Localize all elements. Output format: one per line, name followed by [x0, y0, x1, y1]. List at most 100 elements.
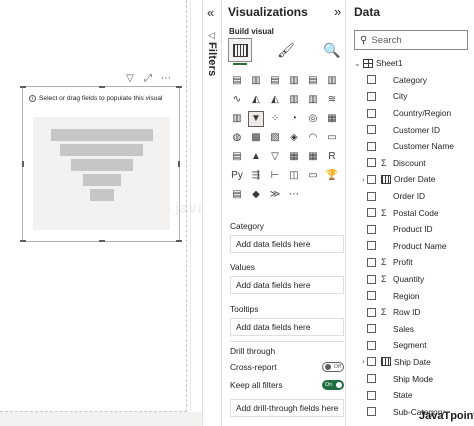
field-checkbox[interactable] [367, 158, 376, 168]
ribbon-chart-icon[interactable]: ≋ [325, 93, 339, 107]
field-checkbox[interactable] [367, 125, 376, 135]
map-icon[interactable]: ◍ [230, 131, 244, 145]
goals-icon[interactable]: 🏆 [325, 169, 339, 183]
line-chart-icon[interactable]: ∿ [230, 93, 244, 107]
field-row[interactable]: Σ Discount [354, 155, 474, 172]
smart-narrative-icon[interactable]: ▭ [306, 169, 320, 183]
field-checkbox[interactable] [367, 241, 376, 251]
field-row[interactable]: Σ Profit [354, 254, 474, 271]
power-apps-icon[interactable]: ◆ [249, 188, 263, 202]
field-checkbox[interactable] [367, 108, 376, 118]
drill-through-drop-well[interactable]: Add drill-through fields here [230, 399, 344, 417]
clustered-bar-chart-icon[interactable]: ▤ [268, 74, 282, 88]
report-canvas[interactable]: ▽ ⤢ ⋯ i Select or drag fields to populat… [0, 0, 250, 426]
keep-filters-toggle[interactable]: On [322, 380, 344, 390]
resize-handle[interactable] [22, 161, 24, 167]
field-checkbox[interactable] [367, 374, 376, 384]
paginated-report-icon[interactable]: ▤ [230, 188, 244, 202]
field-row[interactable]: Sales [354, 321, 474, 338]
r-visual-icon[interactable]: R [325, 150, 339, 164]
field-row[interactable]: Category [354, 72, 474, 89]
slicer-icon[interactable]: ▽ [268, 150, 282, 164]
field-checkbox[interactable] [367, 224, 376, 234]
treemap-icon[interactable]: ▦ [325, 112, 339, 126]
funnel-visual[interactable]: i Select or drag fields to populate this… [20, 86, 182, 242]
field-row[interactable]: Σ Postal Code [354, 204, 474, 221]
card-icon[interactable]: ▭ [325, 131, 339, 145]
kpi-icon[interactable]: ▲ [249, 150, 263, 164]
field-row[interactable]: Customer ID [354, 121, 474, 138]
filter-icon[interactable]: ▽ [124, 72, 136, 84]
cross-report-toggle[interactable]: Off [322, 362, 344, 372]
field-checkbox[interactable] [367, 174, 376, 184]
field-checkbox[interactable] [367, 274, 376, 284]
field-row[interactable]: › Ship Date [354, 354, 474, 371]
field-row[interactable]: Order ID [354, 188, 474, 205]
line-stacked-column-chart-icon[interactable]: ▥ [287, 93, 301, 107]
category-drop-well[interactable]: Add data fields here [230, 235, 344, 253]
field-checkbox[interactable] [367, 191, 376, 201]
clustered-column-chart-icon[interactable]: ▥ [287, 74, 301, 88]
collapse-chevron-icon[interactable]: ⌄ [354, 59, 363, 68]
gauge-icon[interactable]: ◠ [306, 131, 320, 145]
field-row[interactable]: City [354, 88, 474, 105]
field-row[interactable]: Σ Quantity [354, 271, 474, 288]
scatter-chart-icon[interactable]: ⁘ [268, 112, 282, 126]
expand-chevron-icon[interactable]: › [362, 357, 365, 366]
resize-handle[interactable] [99, 240, 105, 242]
field-checkbox[interactable] [367, 324, 376, 334]
field-checkbox[interactable] [367, 141, 376, 151]
filled-map-icon[interactable]: ▩ [249, 131, 263, 145]
donut-chart-icon[interactable]: ◎ [306, 112, 320, 126]
stacked-column-chart-icon[interactable]: ▥ [249, 74, 263, 88]
100-stacked-column-chart-icon[interactable]: ▥ [325, 74, 339, 88]
search-box[interactable]: ⚲ [354, 30, 468, 50]
field-row[interactable]: Product ID [354, 221, 474, 238]
resize-handle[interactable] [20, 86, 26, 88]
100-stacked-bar-chart-icon[interactable]: ▤ [306, 74, 320, 88]
field-checkbox[interactable] [367, 357, 376, 367]
resize-handle[interactable] [20, 240, 26, 242]
expand-filters-icon[interactable]: « [207, 5, 214, 20]
field-row[interactable]: Segment [354, 337, 474, 354]
field-row[interactable]: Ship Mode [354, 370, 474, 387]
format-visual-tab[interactable]: 🖌 [274, 38, 298, 62]
field-row[interactable]: Customer Name [354, 138, 474, 155]
matrix-icon[interactable]: ▦ [306, 150, 320, 164]
focus-mode-icon[interactable]: ⤢ [142, 72, 154, 84]
key-influencers-icon[interactable]: ⇶ [249, 169, 263, 183]
resize-handle[interactable] [176, 240, 182, 242]
filters-pane-collapsed[interactable]: « ◁ Filters [202, 0, 222, 426]
qa-icon[interactable]: ◫ [287, 169, 301, 183]
table-icon[interactable]: ▦ [287, 150, 301, 164]
search-input[interactable] [371, 34, 462, 46]
shape-map-icon[interactable]: ▨ [268, 131, 282, 145]
power-automate-icon[interactable]: ≫ [268, 188, 282, 202]
values-drop-well[interactable]: Add data fields here [230, 276, 344, 294]
stacked-area-chart-icon[interactable]: ◭ [268, 93, 282, 107]
field-row[interactable]: Σ Row ID [354, 304, 474, 321]
field-row[interactable]: Region [354, 287, 474, 304]
pie-chart-icon[interactable]: ◔ [287, 112, 301, 126]
field-row[interactable]: Country/Region [354, 105, 474, 122]
multi-row-card-icon[interactable]: ▤ [230, 150, 244, 164]
expand-chevron-icon[interactable]: › [362, 175, 365, 184]
field-row[interactable]: › Order Date [354, 171, 474, 188]
azure-map-icon[interactable]: ◈ [287, 131, 301, 145]
field-checkbox[interactable] [367, 407, 376, 417]
funnel-chart-icon[interactable]: ▼ [248, 111, 264, 127]
field-row[interactable]: State [354, 387, 474, 404]
table-row-sheet1[interactable]: ⌄ Sheet1 [354, 55, 474, 72]
field-checkbox[interactable] [367, 75, 376, 85]
decomposition-tree-icon[interactable]: ⊢ [268, 169, 282, 183]
field-checkbox[interactable] [367, 390, 376, 400]
field-row[interactable]: Product Name [354, 238, 474, 255]
stacked-bar-chart-icon[interactable]: ▤ [230, 74, 244, 88]
resize-handle[interactable] [176, 86, 182, 88]
tooltips-drop-well[interactable]: Add data fields here [230, 318, 344, 336]
python-visual-icon[interactable]: Py [230, 169, 244, 183]
resize-handle[interactable] [178, 161, 180, 167]
more-visuals-icon[interactable]: ⋯ [287, 188, 301, 202]
field-checkbox[interactable] [367, 257, 376, 267]
more-options-icon[interactable]: ⋯ [160, 72, 172, 84]
